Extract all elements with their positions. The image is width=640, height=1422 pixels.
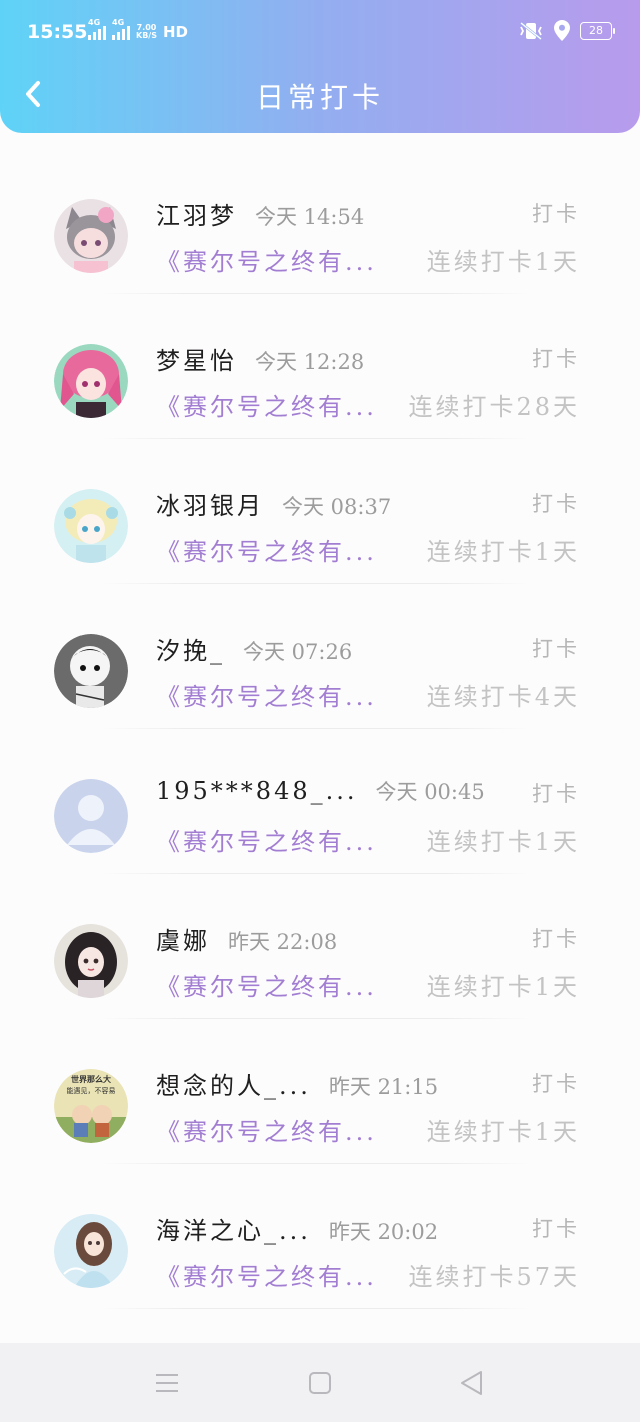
checkin-label: 打卡 xyxy=(532,347,580,371)
checkin-label: 打卡 xyxy=(532,202,580,226)
network-speed: 7.00 KB/S xyxy=(136,24,157,40)
status-time: 15:55 xyxy=(27,21,88,43)
triangle-back-icon xyxy=(461,1371,482,1395)
system-back-button[interactable] xyxy=(456,1368,486,1398)
avatar[interactable] xyxy=(54,779,128,853)
checkin-row[interactable]: 冰羽银月 今天 08:37 打卡 《赛尔号之终有... 连续打卡1天 xyxy=(0,440,640,585)
checkin-row[interactable]: 195***848_... 今天 00:45 打卡 《赛尔号之终有... 连续打卡… xyxy=(0,730,640,875)
book-title-link[interactable]: 《赛尔号之终有... xyxy=(156,967,377,1002)
menu-icon xyxy=(156,1374,178,1392)
signal-type-label: 4G xyxy=(88,18,101,27)
user-name: 江羽梦 xyxy=(156,202,237,230)
vibrate-off-icon xyxy=(520,21,542,40)
user-name: 冰羽银月 xyxy=(156,492,264,520)
avatar-text: 世界那么大 xyxy=(71,1074,111,1084)
system-nav-bar xyxy=(0,1343,640,1422)
book-title-link[interactable]: 《赛尔号之终有... xyxy=(156,1112,377,1147)
row-divider xyxy=(100,293,530,294)
user-name: 汐挽_ xyxy=(156,637,225,665)
row-divider xyxy=(100,1018,530,1019)
user-name: 梦星怡 xyxy=(156,347,237,375)
streak-count: 连续打卡57天 xyxy=(408,1263,580,1291)
checkin-list: 江羽梦 今天 14:54 打卡 《赛尔号之终有... 连续打卡1天 梦星怡 今天 1… xyxy=(0,150,640,1310)
row-divider xyxy=(100,873,530,874)
row-divider xyxy=(100,438,530,439)
signal-icon: 4G xyxy=(112,18,130,40)
checkin-time: 昨天 21:15 xyxy=(328,1075,439,1099)
app-header: 15:55 4G 4G 7.00 KB/S HD 28 日常打卡 xyxy=(0,0,640,133)
book-title-link[interactable]: 《赛尔号之终有... xyxy=(156,822,377,857)
avatar-text: 能遇见，不容易 xyxy=(67,1086,116,1095)
avatar[interactable] xyxy=(54,489,128,563)
signal-type-label: 4G xyxy=(112,18,125,27)
checkin-row[interactable]: 汐挽_ 今天 07:26 打卡 《赛尔号之终有... 连续打卡4天 xyxy=(0,585,640,730)
streak-count: 连续打卡1天 xyxy=(426,828,580,856)
checkin-time: 今天 00:45 xyxy=(375,780,485,804)
user-name: 海洋之心_... xyxy=(156,1217,311,1245)
streak-count: 连续打卡28天 xyxy=(408,393,580,421)
user-name: 想念的人_... xyxy=(156,1072,311,1100)
checkin-label: 打卡 xyxy=(532,637,580,661)
book-title-link[interactable]: 《赛尔号之终有... xyxy=(156,677,377,712)
checkin-label: 打卡 xyxy=(532,492,580,516)
checkin-row[interactable]: 世界那么大 能遇见，不容易 想念的人_... 昨天 21:15 打卡 《赛尔号之终… xyxy=(0,1020,640,1165)
checkin-time: 昨天 20:02 xyxy=(328,1220,439,1244)
network-status: 4G 4G 7.00 KB/S HD xyxy=(88,18,188,40)
checkin-row[interactable]: 海洋之心_... 昨天 20:02 打卡 《赛尔号之终有... 连续打卡57天 xyxy=(0,1165,640,1310)
checkin-time: 今天 12:28 xyxy=(255,350,365,374)
checkin-label: 打卡 xyxy=(532,1217,580,1241)
row-divider xyxy=(100,1308,530,1309)
streak-count: 连续打卡1天 xyxy=(426,1118,580,1146)
row-divider xyxy=(100,1163,530,1164)
streak-count: 连续打卡1天 xyxy=(426,248,580,276)
checkin-row[interactable]: 虞娜 昨天 22:08 打卡 《赛尔号之终有... 连续打卡1天 xyxy=(0,875,640,1020)
square-home-icon xyxy=(309,1372,331,1394)
default-user-icon xyxy=(54,779,128,853)
user-name: 虞娜 xyxy=(156,927,210,955)
location-icon xyxy=(554,20,570,41)
row-divider xyxy=(100,728,530,729)
checkin-time: 今天 14:54 xyxy=(255,205,365,229)
book-title-link[interactable]: 《赛尔号之终有... xyxy=(156,387,377,422)
checkin-label: 打卡 xyxy=(532,927,580,951)
avatar[interactable] xyxy=(54,199,128,273)
avatar[interactable] xyxy=(54,1214,128,1288)
status-right: 28 xyxy=(518,20,615,41)
avatar[interactable]: 世界那么大 能遇见，不容易 xyxy=(54,1069,128,1143)
user-name: 195***848_... xyxy=(156,777,358,805)
battery-indicator: 28 xyxy=(580,21,615,40)
streak-count: 连续打卡1天 xyxy=(426,538,580,566)
book-title-link[interactable]: 《赛尔号之终有... xyxy=(156,532,377,567)
book-title-link[interactable]: 《赛尔号之终有... xyxy=(156,242,377,277)
page-title: 日常打卡 xyxy=(255,81,384,114)
checkin-time: 今天 07:26 xyxy=(243,640,353,664)
row-divider xyxy=(100,583,530,584)
checkin-label: 打卡 xyxy=(532,1072,580,1096)
checkin-row[interactable]: 江羽梦 今天 14:54 打卡 《赛尔号之终有... 连续打卡1天 xyxy=(0,150,640,295)
home-button[interactable] xyxy=(305,1368,335,1398)
checkin-time: 今天 08:37 xyxy=(282,495,392,519)
speed-unit: KB/S xyxy=(136,31,157,40)
avatar[interactable] xyxy=(54,344,128,418)
recent-apps-button[interactable] xyxy=(152,1368,182,1398)
checkin-label: 打卡 xyxy=(532,782,580,806)
streak-count: 连续打卡1天 xyxy=(426,973,580,1001)
streak-count: 连续打卡4天 xyxy=(426,683,580,711)
signal-icon: 4G xyxy=(88,18,106,40)
avatar[interactable] xyxy=(54,924,128,998)
avatar[interactable] xyxy=(54,634,128,708)
checkin-row[interactable]: 梦星怡 今天 12:28 打卡 《赛尔号之终有... 连续打卡28天 xyxy=(0,295,640,440)
checkin-time: 昨天 22:08 xyxy=(228,930,338,954)
book-title-link[interactable]: 《赛尔号之终有... xyxy=(156,1257,377,1292)
hd-label: HD xyxy=(162,23,188,41)
